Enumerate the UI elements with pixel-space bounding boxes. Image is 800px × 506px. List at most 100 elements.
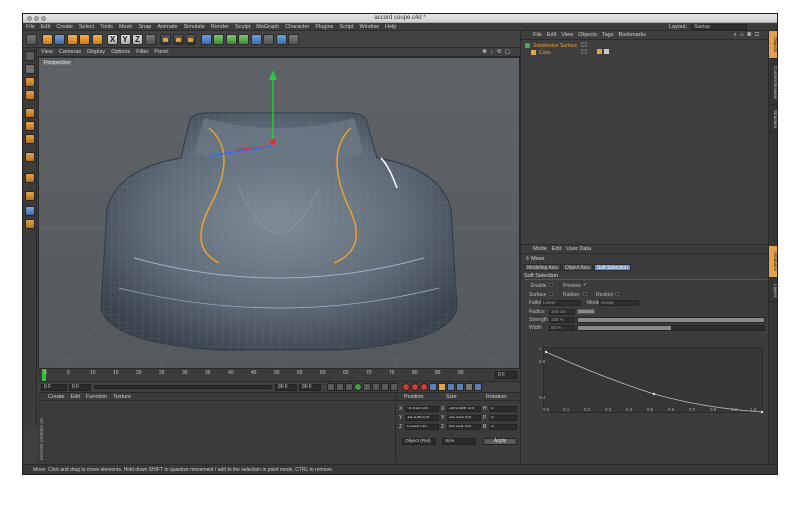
record-pla-icon[interactable] — [465, 383, 473, 391]
restrict-checkbox[interactable] — [615, 292, 619, 296]
object-row-cube[interactable]: Cube — [531, 49, 551, 56]
apply-button[interactable]: Apply — [483, 438, 517, 445]
interpolation-icon[interactable] — [474, 383, 482, 391]
radius-slider[interactable] — [577, 309, 595, 314]
scale-tool-icon[interactable] — [66, 33, 78, 45]
pos-y-field[interactable]: 15.236 cm — [405, 415, 439, 421]
material-menu-edit[interactable]: Edit — [71, 394, 80, 400]
cube-primitive-icon[interactable] — [200, 33, 212, 45]
viewport-menu-display[interactable]: Display — [87, 49, 105, 55]
width-field[interactable]: 50 % — [549, 325, 575, 331]
side-tab-layers[interactable]: Layers — [769, 280, 777, 302]
loop-icon[interactable] — [390, 383, 398, 391]
side-tab-content-browser[interactable]: Content Browser — [769, 61, 777, 105]
material-menu-texture[interactable]: Texture — [113, 394, 131, 400]
model-mode-icon[interactable] — [25, 64, 35, 74]
menu-render[interactable]: Render — [211, 24, 229, 30]
menu-mesh[interactable]: Mesh — [119, 24, 132, 30]
pos-x-field[interactable]: -4.415 cm — [405, 406, 439, 412]
next-frame-icon[interactable] — [363, 383, 371, 391]
play-icon[interactable] — [354, 383, 362, 391]
material-tag-icon[interactable] — [604, 49, 609, 54]
live-selection-icon[interactable] — [41, 33, 53, 45]
autokey-icon[interactable] — [411, 383, 419, 391]
x-axis-lock-icon[interactable]: X — [107, 33, 118, 45]
rot-h-field[interactable]: 0 ° — [489, 406, 517, 412]
prev-frame-icon[interactable] — [345, 383, 353, 391]
size-x-field[interactable]: 194.559 cm — [447, 406, 481, 412]
viewport-menu-panel[interactable]: Panel — [154, 49, 168, 55]
falloff-select[interactable]: Linear — [541, 300, 581, 306]
menu-tools[interactable]: Tools — [100, 24, 113, 30]
render-picture-viewer-icon[interactable] — [172, 33, 184, 45]
width-slider[interactable] — [577, 325, 765, 331]
viewport-menu-options[interactable]: Options — [111, 49, 130, 55]
viewport-menu-cameras[interactable]: Cameras — [59, 49, 81, 55]
om-menu-bookmarks[interactable]: Bookmarks — [618, 32, 646, 38]
viewport-menu-view[interactable]: View — [41, 49, 53, 55]
subdivision-surface-icon[interactable] — [225, 33, 237, 45]
tweak-mode-icon[interactable] — [25, 173, 35, 183]
side-tab-structure[interactable]: Structure — [769, 107, 777, 133]
rubber-checkbox[interactable] — [583, 292, 587, 296]
max-frame-field[interactable]: 90 F — [299, 383, 321, 391]
locked-workplane-icon[interactable] — [25, 219, 35, 229]
timeline-end-field[interactable]: 0 F — [495, 371, 517, 379]
menu-script[interactable]: Script — [339, 24, 353, 30]
falloff-graph[interactable] — [543, 347, 764, 414]
om-menu-view[interactable]: View — [561, 32, 573, 38]
om-menu-tags[interactable]: Tags — [602, 32, 614, 38]
size-mode-select[interactable]: Size — [442, 438, 476, 445]
menu-simulate[interactable]: Simulate — [184, 24, 205, 30]
perspective-viewport[interactable]: Perspective — [38, 57, 520, 369]
range-slider[interactable] — [94, 385, 272, 389]
next-key-icon[interactable] — [372, 383, 380, 391]
phong-tag-icon[interactable] — [597, 49, 602, 54]
tab-modeling-axis[interactable]: Modeling Axis — [524, 264, 561, 271]
make-editable-icon[interactable] — [25, 51, 35, 61]
menu-sculpt[interactable]: Sculpt — [235, 24, 250, 30]
preview-check-icon[interactable]: ✓ — [583, 282, 587, 288]
record-parameter-icon[interactable] — [456, 383, 464, 391]
menu-animate[interactable]: Animate — [157, 24, 177, 30]
minimize-window-icon[interactable] — [34, 16, 39, 21]
rotate-tool-icon[interactable] — [79, 33, 90, 45]
curve-point-end[interactable] — [760, 410, 764, 414]
timeline-ruler[interactable]: 0 5 10 15 20 25 30 35 40 45 50 55 60 65 … — [38, 369, 520, 382]
z-axis-lock-icon[interactable]: Z — [132, 33, 143, 45]
menu-character[interactable]: Character — [285, 24, 309, 30]
curve-point-start[interactable] — [544, 350, 548, 354]
om-menu-edit[interactable]: Edit — [547, 32, 556, 38]
visibility-toggle-icon[interactable] — [581, 49, 587, 54]
rot-p-field[interactable]: 0 ° — [489, 415, 517, 421]
viewport-menu-filter[interactable]: Filter — [136, 49, 148, 55]
symmetry-icon[interactable] — [25, 206, 35, 216]
texture-mode-icon[interactable] — [25, 77, 35, 87]
deformer-icon[interactable] — [250, 33, 262, 45]
tab-soft-selection[interactable]: Soft Selection — [593, 264, 631, 271]
radius-field[interactable]: 100 cm — [549, 309, 575, 315]
prev-key-icon[interactable] — [336, 383, 344, 391]
points-mode-icon[interactable] — [25, 108, 35, 118]
coordinate-mode-select[interactable]: Object (Rel) — [402, 438, 436, 445]
om-menu-objects[interactable]: Objects — [578, 32, 597, 38]
menu-select[interactable]: Select — [79, 24, 94, 30]
render-settings-icon[interactable] — [185, 33, 196, 45]
curve-point-mid[interactable] — [652, 392, 656, 396]
enable-axis-icon[interactable] — [25, 152, 35, 162]
am-menu-mode[interactable]: Mode — [533, 246, 547, 252]
menu-plugins[interactable]: Plugins — [315, 24, 333, 30]
menu-edit[interactable]: Edit — [41, 24, 50, 30]
size-y-field[interactable]: 33.343 cm — [447, 415, 481, 421]
polygons-mode-icon[interactable] — [25, 134, 35, 144]
render-view-icon[interactable] — [160, 33, 171, 45]
light-icon[interactable] — [288, 33, 299, 45]
side-tab-attributes[interactable]: Attributes — [769, 246, 777, 278]
om-menu-file[interactable]: File — [533, 32, 542, 38]
undo-icon[interactable] — [26, 33, 37, 45]
cloner-icon[interactable] — [238, 33, 249, 45]
am-menu-edit[interactable]: Edit — [552, 246, 561, 252]
mode-select[interactable]: Group — [599, 300, 639, 306]
zoom-window-icon[interactable] — [41, 16, 46, 21]
menu-help[interactable]: Help — [385, 24, 396, 30]
